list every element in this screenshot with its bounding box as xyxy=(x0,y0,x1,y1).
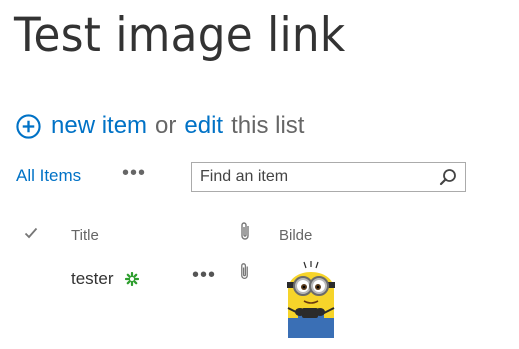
view-toolbar: All Items ••• xyxy=(16,162,476,192)
search-box xyxy=(191,162,466,192)
row-more-button[interactable]: ••• xyxy=(192,264,216,287)
attachment-icon xyxy=(241,263,248,279)
column-header-title[interactable]: Title xyxy=(71,227,99,244)
add-circle-icon[interactable] xyxy=(16,113,41,139)
select-all-check-icon[interactable] xyxy=(24,226,38,240)
row-title-link[interactable]: tester xyxy=(71,269,114,289)
search-icon[interactable] xyxy=(439,168,457,186)
column-header-bilde[interactable]: Bilde xyxy=(279,227,312,244)
this-list-text: this list xyxy=(231,112,305,139)
table-row: tester ••• xyxy=(0,258,519,338)
or-text: or xyxy=(155,112,177,139)
page-title: Test image link xyxy=(14,8,346,63)
view-all-items-link[interactable]: All Items xyxy=(16,166,81,186)
search-input[interactable] xyxy=(200,163,430,191)
minion-image[interactable] xyxy=(276,260,346,338)
new-badge-icon xyxy=(125,272,139,286)
list-header-row: Title Bilde xyxy=(0,220,519,250)
quick-actions-bar: new item or edit this list xyxy=(16,112,304,140)
attachment-column-icon[interactable] xyxy=(238,221,252,243)
new-item-link[interactable]: new item xyxy=(51,112,147,140)
edit-list-link[interactable]: edit xyxy=(184,112,223,140)
view-more-button[interactable]: ••• xyxy=(122,162,146,185)
